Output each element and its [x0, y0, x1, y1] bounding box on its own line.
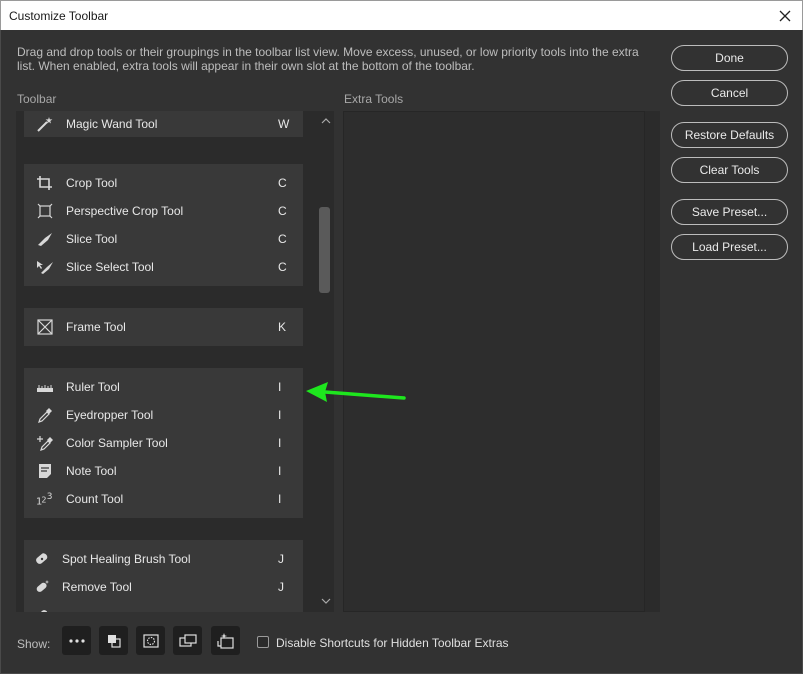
- crop-icon: [36, 175, 54, 191]
- quick-mask-icon: [142, 633, 159, 648]
- green-arrow-icon: [306, 382, 406, 402]
- svg-text:3: 3: [47, 492, 53, 502]
- note-icon: [36, 463, 54, 479]
- frame-icon: [36, 319, 54, 335]
- slice-icon: [36, 231, 54, 247]
- tool-shortcut: I: [278, 380, 282, 394]
- tool-name: Eyedropper Tool: [66, 408, 154, 422]
- done-button[interactable]: Done: [671, 45, 788, 71]
- tool-row-magic-wand[interactable]: Magic Wand Tool W: [24, 111, 303, 138]
- tool-shortcut: K: [278, 320, 287, 334]
- tool-shortcut: I: [278, 464, 282, 478]
- instructions-text: Drag and drop tools or their groupings i…: [17, 45, 639, 73]
- customize-toolbar-dialog: Drag and drop tools or their groupings i…: [0, 30, 803, 674]
- tool-shortcut: C: [278, 232, 287, 246]
- tool-name: Spot Healing Brush Tool: [62, 552, 191, 566]
- tool-group-healing[interactable]: Spot Healing Brush Tool J Remove Tool J: [24, 540, 303, 612]
- tool-name: Crop Tool: [66, 176, 118, 190]
- healing-brush-icon: [33, 607, 51, 612]
- tool-group-magic-wand[interactable]: Magic Wand Tool W: [24, 111, 303, 137]
- clear-tools-button[interactable]: Clear Tools: [671, 157, 788, 183]
- tool-shortcut: J: [278, 552, 284, 566]
- toolbar-list-scrollbar[interactable]: [317, 111, 334, 612]
- tool-shortcut: C: [278, 204, 287, 218]
- scroll-up-icon[interactable]: [321, 117, 331, 125]
- magic-wand-icon: [36, 116, 54, 132]
- tool-row-spot-healing[interactable]: Spot Healing Brush Tool J: [24, 545, 303, 573]
- title-bar: Customize Toolbar: [0, 0, 803, 30]
- tool-row-slice-select[interactable]: Slice Select Tool C: [24, 253, 303, 281]
- svg-text:2: 2: [41, 495, 46, 505]
- tool-name: Magic Wand Tool: [66, 117, 158, 131]
- count-icon: 123: [36, 491, 54, 507]
- tool-shortcut: C: [278, 260, 287, 274]
- disable-shortcuts-label[interactable]: Disable Shortcuts for Hidden Toolbar Ext…: [276, 636, 509, 650]
- extra-tools-label: Extra Tools: [344, 92, 404, 106]
- tool-shortcut: J: [278, 580, 284, 594]
- show-label: Show:: [17, 637, 51, 651]
- tool-row-crop[interactable]: Crop Tool C: [24, 169, 303, 197]
- show-more-button[interactable]: [62, 626, 91, 655]
- show-quick-mask-button[interactable]: [136, 626, 165, 655]
- tool-row-count[interactable]: 123 Count Tool I: [24, 485, 303, 513]
- foreground-background-icon: [107, 634, 121, 648]
- screen-mode-icon: [178, 633, 197, 647]
- spot-healing-brush-icon: [33, 551, 51, 567]
- slice-select-icon: [36, 259, 54, 275]
- tool-name: Slice Tool: [66, 232, 118, 246]
- tool-name: Perspective Crop Tool: [66, 204, 184, 218]
- load-preset-button[interactable]: Load Preset...: [671, 234, 788, 260]
- tool-shortcut: I: [278, 492, 282, 506]
- scrollbar-thumb[interactable]: [319, 207, 330, 293]
- eyedropper-icon: [36, 407, 54, 423]
- scroll-down-icon[interactable]: [321, 597, 331, 605]
- tool-name: Color Sampler Tool: [66, 436, 168, 450]
- tool-name: Ruler Tool: [66, 380, 120, 394]
- tool-name: Note Tool: [66, 464, 117, 478]
- tool-group-ruler[interactable]: Ruler Tool I Eyedropper Tool I Color Sam…: [24, 368, 303, 518]
- tool-row-remove[interactable]: Remove Tool J: [24, 573, 303, 601]
- color-sampler-icon: [36, 435, 54, 451]
- toolbar-list-label: Toolbar: [17, 92, 57, 106]
- tool-row-slice[interactable]: Slice Tool C: [24, 225, 303, 253]
- tool-name: Remove Tool: [62, 580, 132, 594]
- toolbar-list[interactable]: Magic Wand Tool W Crop Tool C Perspectiv…: [16, 111, 334, 612]
- tool-shortcut: I: [278, 436, 282, 450]
- footer: Show: Disable Shortcuts for Hidden Toolb…: [1, 626, 803, 666]
- show-colors-button[interactable]: [99, 626, 128, 655]
- tool-name: Count Tool: [66, 492, 124, 506]
- restore-defaults-button[interactable]: Restore Defaults: [671, 122, 788, 148]
- close-icon: [779, 10, 791, 22]
- tool-shortcut: C: [278, 176, 287, 190]
- tool-group-crop[interactable]: Crop Tool C Perspective Crop Tool C Slic…: [24, 164, 303, 286]
- tool-row-perspective-crop[interactable]: Perspective Crop Tool C: [24, 197, 303, 225]
- window-title: Customize Toolbar: [9, 9, 109, 23]
- tool-shortcut: W: [278, 117, 290, 131]
- save-preset-button[interactable]: Save Preset...: [671, 199, 788, 225]
- perspective-crop-icon: [36, 203, 54, 219]
- close-button[interactable]: [774, 5, 796, 27]
- show-screen-mode-button[interactable]: [173, 626, 202, 655]
- show-edit-toolbar-button[interactable]: [211, 626, 240, 655]
- tool-shortcut: I: [278, 408, 282, 422]
- ruler-icon: [36, 379, 54, 395]
- tool-row-ruler[interactable]: Ruler Tool I: [24, 373, 303, 401]
- extra-tools-list[interactable]: [343, 111, 645, 612]
- tool-row-frame[interactable]: Frame Tool K: [24, 313, 303, 341]
- cancel-button[interactable]: Cancel: [671, 80, 788, 106]
- tool-row-eyedropper[interactable]: Eyedropper Tool I: [24, 401, 303, 429]
- tool-name: Slice Select Tool: [66, 260, 154, 274]
- disable-shortcuts-checkbox[interactable]: [257, 636, 269, 648]
- tool-name: Frame Tool: [66, 320, 126, 334]
- remove-tool-icon: [33, 579, 51, 595]
- tool-row-note[interactable]: Note Tool I: [24, 457, 303, 485]
- tool-row-color-sampler[interactable]: Color Sampler Tool I: [24, 429, 303, 457]
- edit-toolbar-icon: [216, 632, 234, 649]
- tool-row-partial[interactable]: [24, 601, 303, 612]
- tool-group-frame[interactable]: Frame Tool K: [24, 308, 303, 346]
- more-icon: [68, 638, 85, 643]
- extra-tools-scrollbar: [645, 111, 660, 612]
